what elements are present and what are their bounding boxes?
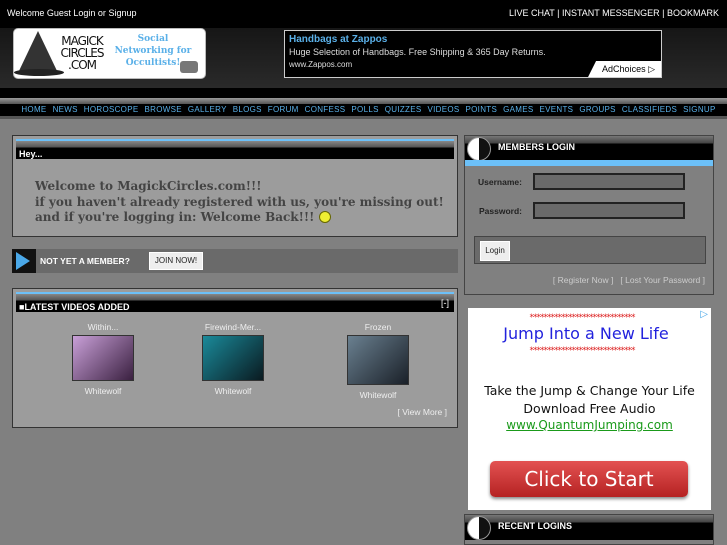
- nav-item-home[interactable]: HOME: [21, 104, 46, 116]
- ad-headline: Jump Into a New Life: [503, 324, 669, 343]
- ad-line: Download Free Audio: [523, 401, 656, 416]
- nav-item-points[interactable]: POINTS: [466, 104, 498, 116]
- join-now-button[interactable]: JOIN NOW!: [149, 252, 203, 270]
- video-user[interactable]: Whitewolf: [188, 386, 278, 396]
- nav-item-groups[interactable]: GROUPS: [579, 104, 615, 116]
- stars-decoration: ******************************: [529, 346, 636, 356]
- logo-name: MAGICK CIRCLES .COM: [60, 34, 105, 72]
- main-nav: HOME NEWS HOROSCOPE BROWSE GALLERY BLOGS FORUM…: [0, 104, 727, 116]
- nav-item-games[interactable]: GAMES: [503, 104, 533, 116]
- paw-icon: [180, 61, 198, 73]
- register-link[interactable]: [ Register Now ]: [553, 275, 613, 285]
- yin-yang-icon: [467, 137, 491, 161]
- ad-line: Take the Jump & Change Your Life: [484, 383, 695, 398]
- panel-header: ■LATEST VIDEOS ADDED: [16, 292, 454, 312]
- login-button-bar: Login: [474, 236, 706, 264]
- nav-item-signup[interactable]: SIGNUP: [683, 104, 715, 116]
- nav-item-browse[interactable]: BROWSE: [144, 104, 181, 116]
- video-title[interactable]: Frozen: [333, 322, 423, 332]
- latest-videos-panel: ■LATEST VIDEOS ADDED [-] Within... Whitew…: [12, 288, 458, 428]
- login-link[interactable]: Login: [73, 8, 95, 18]
- nav-item-blogs[interactable]: BLOGS: [233, 104, 262, 116]
- username-input[interactable]: [533, 173, 685, 190]
- video-item[interactable]: Frozen Whitewolf: [333, 322, 423, 400]
- panel-header: Hey...: [16, 139, 454, 159]
- video-thumbnail[interactable]: [72, 335, 134, 381]
- not-member-bar: NOT YET A MEMBER? JOIN NOW!: [12, 249, 458, 273]
- click-to-start-button[interactable]: Click to Start: [490, 461, 688, 497]
- video-item[interactable]: Within... Whitewolf: [58, 322, 148, 396]
- video-item[interactable]: Firewind-Mer... Whitewolf: [188, 322, 278, 396]
- nav-item-confess[interactable]: CONFESS: [305, 104, 346, 116]
- ad-url[interactable]: www.Zappos.com: [289, 60, 352, 69]
- panel-header: RECENT LOGINS: [465, 515, 713, 540]
- video-title[interactable]: Firewind-Mer...: [188, 322, 278, 332]
- side-ad[interactable]: ▷ ****************************** Jump In…: [468, 308, 711, 510]
- yin-yang-icon: [467, 516, 491, 540]
- nav-item-horoscope[interactable]: HOROSCOPE: [84, 104, 139, 116]
- nav-bottom-divider: [0, 116, 727, 119]
- nav-item-gallery[interactable]: GALLERY: [188, 104, 227, 116]
- header-band: [0, 88, 727, 98]
- video-user[interactable]: Whitewolf: [333, 390, 423, 400]
- arrow-icon: [12, 249, 36, 273]
- nav-item-news[interactable]: NEWS: [53, 104, 78, 116]
- login-button[interactable]: Login: [480, 241, 510, 261]
- password-input[interactable]: [533, 202, 685, 219]
- top-links[interactable]: LIVE CHAT | INSTANT MESSENGER | BOOKMARK: [509, 8, 719, 18]
- nav-item-events[interactable]: EVENTS: [540, 104, 574, 116]
- adchoices-icon[interactable]: ▷: [700, 309, 708, 320]
- smiley-icon: [318, 211, 331, 223]
- nav-item-classifieds[interactable]: CLASSIFIEDS: [622, 104, 677, 116]
- lost-password-link[interactable]: [ Lost Your Password ]: [620, 275, 705, 285]
- ad-title[interactable]: Handbags at Zappos: [289, 34, 387, 45]
- username-label: Username:: [478, 177, 522, 187]
- video-title[interactable]: Within...: [58, 322, 148, 332]
- welcome-panel: Hey... Welcome to MagickCircles.com!!! i…: [12, 135, 458, 237]
- members-login-panel: MEMBERS LOGIN Username: Password: Login …: [464, 135, 714, 295]
- nav-item-polls[interactable]: POLLS: [351, 104, 378, 116]
- welcome-message: Welcome to MagickCircles.com!!! if you h…: [35, 179, 444, 224]
- witch-hat-brim: [14, 69, 64, 76]
- login-links: [ Register Now ] [ Lost Your Password ]: [553, 275, 705, 285]
- welcome-text: Welcome Guest Login or Signup: [7, 8, 137, 18]
- ad-url[interactable]: www.QuantumJumping.com: [468, 418, 711, 432]
- video-thumbnail[interactable]: [347, 335, 409, 385]
- witch-hat-icon: [18, 31, 58, 73]
- view-more-link[interactable]: [ View More ]: [398, 407, 447, 417]
- accent-strip: [465, 160, 713, 166]
- stars-decoration: ******************************: [529, 313, 636, 323]
- password-label: Password:: [479, 206, 522, 216]
- collapse-toggle[interactable]: [-]: [441, 298, 449, 308]
- ad-desc: Huge Selection of Handbags. Free Shippin…: [289, 47, 546, 57]
- video-user[interactable]: Whitewolf: [58, 386, 148, 396]
- header: MAGICK CIRCLES .COM Social Networking for …: [0, 28, 727, 88]
- video-thumbnail[interactable]: [202, 335, 264, 381]
- panel-header: MEMBERS LOGIN: [465, 136, 713, 161]
- top-ad[interactable]: Handbags at Zappos Huge Selection of Han…: [284, 30, 662, 78]
- not-member-label: NOT YET A MEMBER?: [40, 256, 130, 266]
- nav-item-videos[interactable]: VIDEOS: [427, 104, 459, 116]
- nav-item-forum[interactable]: FORUM: [268, 104, 299, 116]
- logo[interactable]: MAGICK CIRCLES .COM Social Networking for …: [13, 28, 206, 79]
- nav-item-quizzes[interactable]: QUIZZES: [385, 104, 422, 116]
- recent-logins-panel: RECENT LOGINS: [464, 514, 714, 545]
- signup-link[interactable]: Signup: [108, 8, 136, 18]
- adchoices-button[interactable]: AdChoices ▷: [588, 61, 661, 77]
- top-bar: Welcome Guest Login or Signup LIVE CHAT …: [0, 0, 727, 28]
